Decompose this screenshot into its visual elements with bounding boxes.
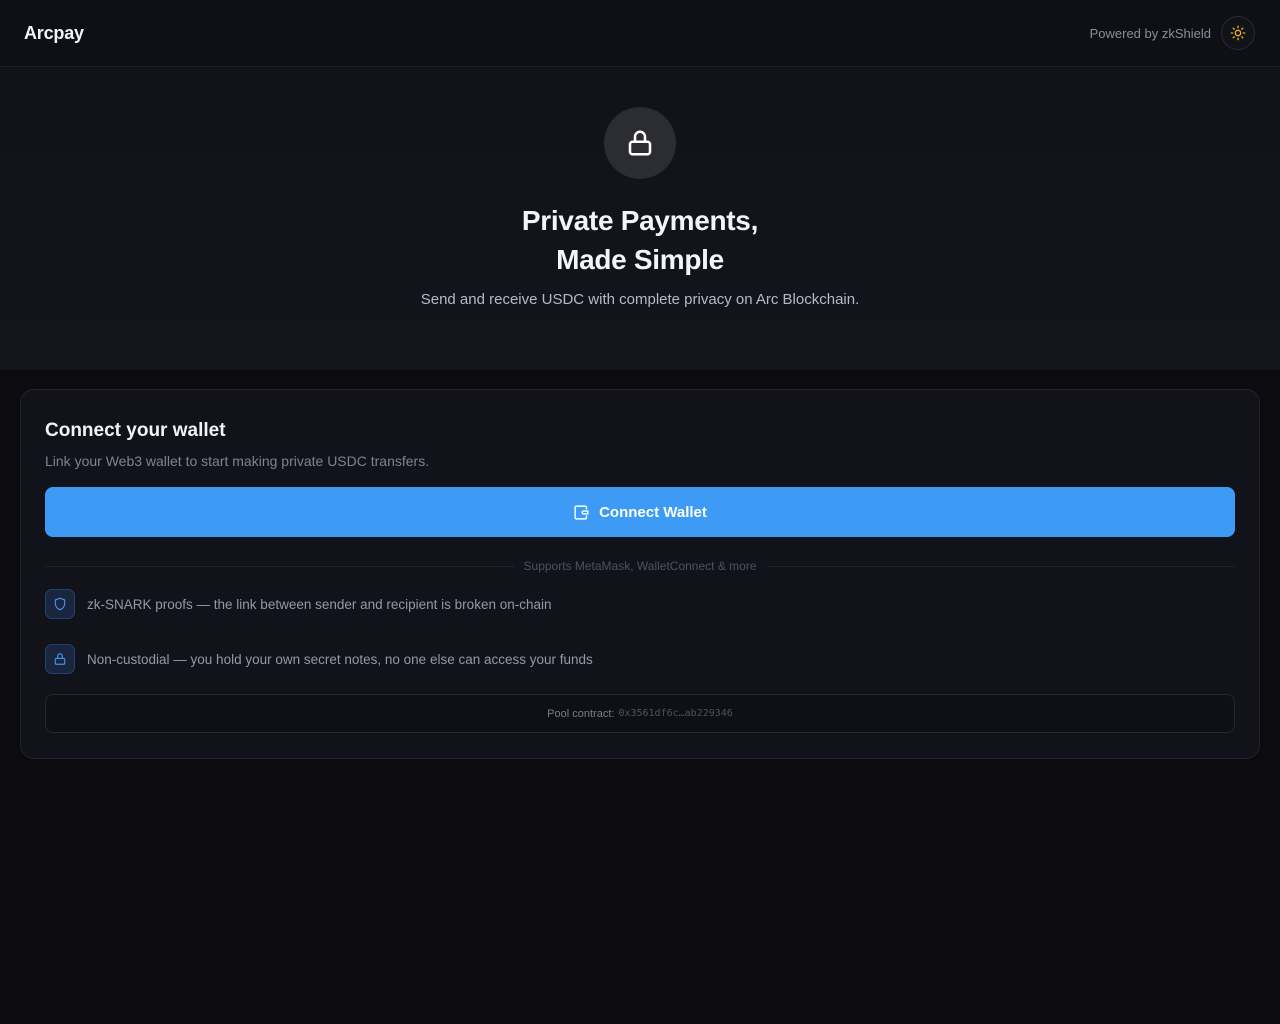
sun-icon [1230,25,1246,41]
theme-toggle-button[interactable] [1221,16,1255,50]
pool-contract-box: Pool contract: 0x3561df6c…ab229346 [45,694,1235,733]
card-subtitle: Link your Web3 wallet to start making pr… [45,453,430,469]
feature-list: zk-SNARK proofs — the link between sende… [45,589,1235,674]
shield-icon [54,597,66,611]
divider-line-left [45,565,514,567]
top-right-group: Powered by zkShield [1090,16,1255,50]
hero-title-line1: Private Payments, [521,205,759,236]
lock-icon [54,653,66,665]
brand-logo[interactable]: Arcpay [24,23,84,44]
supports-divider: Supports MetaMask, WalletConnect & more [45,559,1236,573]
connect-wallet-label: Connect Wallet [599,503,707,521]
top-bar: Arcpay Powered by zkShield [0,0,1280,67]
pool-contract-address[interactable]: 0x3561df6c…ab229346 [618,708,732,719]
feature-icon-badge [45,589,75,619]
lock-icon [628,130,652,156]
supports-text: Supports MetaMask, WalletConnect & more [523,559,757,573]
wallet-icon [574,504,589,520]
pool-contract-label: Pool contract: [547,707,615,720]
divider-line-right [766,565,1236,567]
hero-lock-badge [604,107,676,179]
feature-text: Non-custodial — you hold your own secret… [87,651,593,667]
powered-by-label: Powered by zkShield [1089,25,1211,41]
feature-item-noncustodial: Non-custodial — you hold your own secret… [45,644,1235,674]
connect-wallet-card: Connect your wallet Link your Web3 walle… [20,389,1260,759]
feature-item-zk: zk-SNARK proofs — the link between sende… [45,589,1235,619]
hero-title-line2: Made Simple [556,244,724,275]
feature-text: zk-SNARK proofs — the link between sende… [87,596,552,612]
connect-wallet-button[interactable]: Connect Wallet [45,487,1235,537]
feature-icon-badge [45,644,75,674]
hero-subtitle: Send and receive USDC with complete priv… [420,291,860,308]
hero-section: Private Payments, Made Simple Send and r… [0,67,1280,370]
hero-title: Private Payments, Made Simple [522,201,758,279]
card-title: Connect your wallet [45,420,226,441]
